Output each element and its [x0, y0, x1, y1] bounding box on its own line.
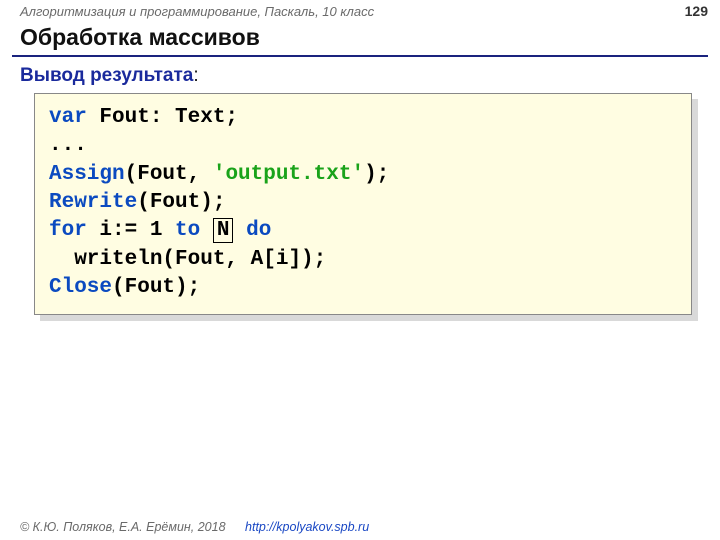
code-line: writeln(Fout, A[i]); [49, 246, 677, 274]
code-text: (Fout); [112, 276, 200, 299]
keyword-to: to [175, 219, 200, 242]
keyword-close: Close [49, 276, 112, 299]
keyword-assign: Assign [49, 163, 125, 186]
code-text: writeln(Fout, A[i]); [49, 248, 326, 271]
section-subtitle: Вывод результата: [0, 63, 720, 93]
page-title: Обработка массивов [0, 22, 720, 55]
string-literal: 'output.txt' [213, 163, 364, 186]
footer-url: http://kpolyakov.spb.ru [245, 520, 369, 534]
code-text: i:= [87, 219, 137, 242]
keyword-rewrite: Rewrite [49, 191, 137, 214]
title-underline [12, 55, 708, 57]
code-text [233, 219, 246, 242]
code-container: var Fout: Text; ... Assign(Fout, 'output… [34, 93, 692, 315]
keyword-for: for [49, 219, 87, 242]
code-line: Assign(Fout, 'output.txt'); [49, 161, 677, 189]
code-text: (Fout, [125, 163, 213, 186]
code-line: for i:= 1 to N do [49, 217, 677, 245]
highlight-box-N: N [213, 218, 234, 243]
footer: © К.Ю. Поляков, Е.А. Ерёмин, 2018 http:/… [0, 516, 720, 540]
course-label: Алгоритмизация и программирование, Паска… [20, 4, 374, 19]
code-text: 1 [137, 219, 175, 242]
code-text: ... [49, 134, 87, 157]
code-block: var Fout: Text; ... Assign(Fout, 'output… [34, 93, 692, 315]
page-number: 129 [685, 3, 708, 19]
header-bar: Алгоритмизация и программирование, Паска… [0, 0, 720, 22]
code-line: ... [49, 132, 677, 160]
code-text: (Fout); [137, 191, 225, 214]
subtitle-colon: : [193, 65, 198, 86]
code-text [200, 219, 213, 242]
keyword-do: do [246, 219, 271, 242]
code-text: Fout: Text; [87, 106, 238, 129]
code-line: Close(Fout); [49, 274, 677, 302]
code-text: ); [364, 163, 389, 186]
subtitle-text: Вывод результата [20, 65, 193, 86]
code-line: var Fout: Text; [49, 104, 677, 132]
keyword-var: var [49, 106, 87, 129]
copyright-text: © К.Ю. Поляков, Е.А. Ерёмин, 2018 [20, 520, 226, 534]
code-line: Rewrite(Fout); [49, 189, 677, 217]
